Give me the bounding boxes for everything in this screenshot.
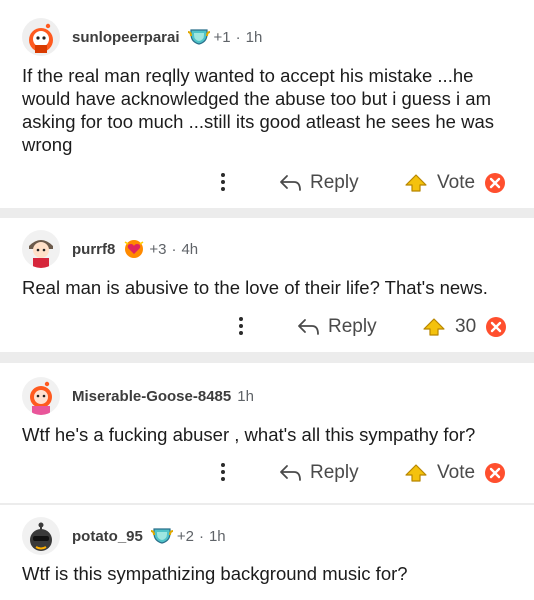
more-options-icon[interactable] xyxy=(238,317,244,337)
comment-body: Wtf is this sympathizing background musi… xyxy=(22,563,408,584)
vote-control: 30 xyxy=(422,310,507,344)
reply-label: Reply xyxy=(310,462,359,483)
username[interactable]: Miserable-Goose-8485 xyxy=(72,388,231,405)
comment-2: purrf8 +3 · 4h Real man is abusive to th… xyxy=(0,218,534,352)
award-count: +2 xyxy=(176,527,194,545)
comment-3: Miserable-Goose-8485 1h Wtf he's a fucki… xyxy=(0,363,534,503)
username[interactable]: potato_95 xyxy=(72,528,143,545)
username[interactable]: sunlopeerparai xyxy=(72,29,180,46)
award-count: +3 xyxy=(149,240,167,258)
reply-label: Reply xyxy=(328,316,377,337)
separator-dot: · xyxy=(235,28,241,46)
user-avatar[interactable] xyxy=(22,377,60,415)
timestamp: 1h xyxy=(237,387,254,405)
comment-body: Real man is abusive to the love of their… xyxy=(22,277,488,298)
user-avatar[interactable] xyxy=(22,230,60,268)
trophy-badge-icon xyxy=(150,526,173,546)
upvote-icon[interactable] xyxy=(404,173,428,193)
comment-body: Wtf he's a fucking abuser , what's all t… xyxy=(22,424,476,445)
user-avatar[interactable] xyxy=(22,18,60,56)
reply-arrow-icon xyxy=(280,465,301,481)
more-options-icon[interactable] xyxy=(220,463,226,483)
user-avatar[interactable] xyxy=(22,517,60,555)
timestamp: 1h xyxy=(208,527,226,545)
vote-label: Vote xyxy=(437,462,476,483)
comment-body: If the real man reqlly wanted to accept … xyxy=(22,65,494,155)
downvote-icon[interactable] xyxy=(484,172,506,194)
reply-button[interactable]: Reply xyxy=(278,166,359,200)
reply-label: Reply xyxy=(310,172,359,193)
separator-dot: · xyxy=(171,240,177,258)
downvote-icon[interactable] xyxy=(484,462,506,484)
upvote-icon[interactable] xyxy=(422,317,446,337)
vote-label: Vote xyxy=(437,172,476,193)
reply-button[interactable]: Reply xyxy=(296,310,377,344)
comment-4: potato_95 +2 · 1h Wtf is this sympathizi… xyxy=(0,505,534,600)
trophy-badge-icon xyxy=(187,27,210,47)
reply-arrow-icon xyxy=(298,319,319,335)
downvote-icon[interactable] xyxy=(485,316,507,338)
timestamp: 1h xyxy=(245,28,263,46)
comment-divider xyxy=(0,208,534,218)
vote-control: Vote xyxy=(404,456,506,490)
timestamp: 4h xyxy=(181,240,199,258)
comment-divider xyxy=(0,352,534,363)
heart-badge-icon xyxy=(123,239,145,259)
vote-control: Vote xyxy=(404,166,506,200)
reply-button[interactable]: Reply xyxy=(278,456,359,490)
upvote-icon[interactable] xyxy=(404,463,428,483)
more-options-icon[interactable] xyxy=(220,173,226,193)
award-count: +1 xyxy=(213,28,231,46)
vote-count: 30 xyxy=(455,316,477,337)
comment-1: sunlopeerparai +1 · 1h If the real man r… xyxy=(0,0,534,208)
separator-dot: · xyxy=(198,527,204,545)
username[interactable]: purrf8 xyxy=(72,241,115,258)
reply-arrow-icon xyxy=(280,175,301,191)
